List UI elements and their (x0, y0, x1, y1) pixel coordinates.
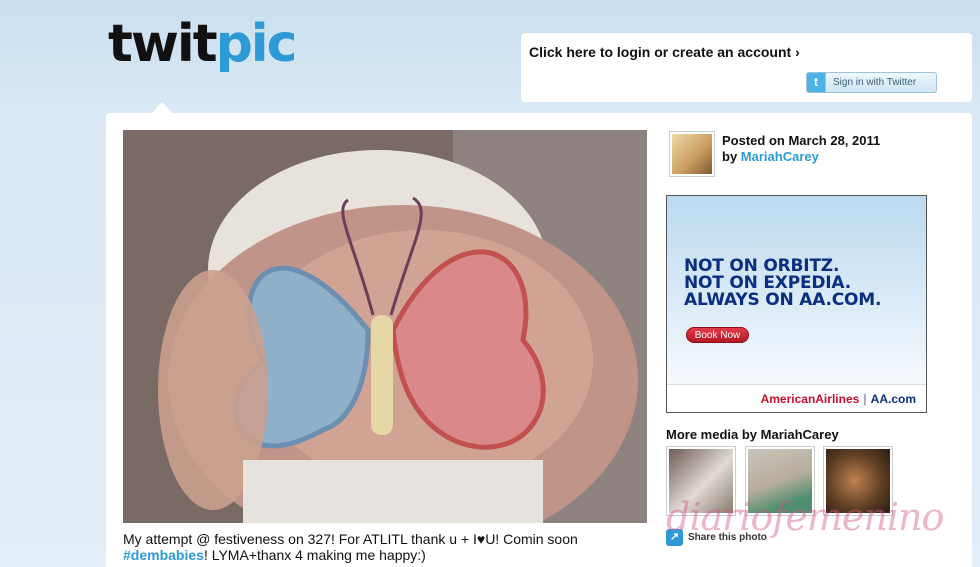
ad-line-3: ALWAYS ON AA.COM. (684, 290, 882, 310)
twitpic-logo[interactable]: twitpic (108, 18, 297, 70)
ad-banner[interactable]: NOT ON ORBITZ. NOT ON EXPEDIA. ALWAYS ON… (666, 195, 927, 413)
caption-rest: ! LYMA+thanx 4 making me happy:) (203, 547, 426, 563)
login-link[interactable]: Click here to login or create an account… (529, 44, 800, 60)
more-media-title: More media by MariahCarey (666, 427, 839, 442)
watermark: diariofemenino (666, 495, 944, 539)
ad-brand: AmericanAirlines (760, 392, 860, 406)
photo-illustration (123, 130, 647, 523)
sign-in-with-twitter-button[interactable]: t Sign in with Twitter (806, 72, 937, 93)
ad-url: AA.com (870, 392, 916, 406)
posted-date: Posted on March 28, 2011 (722, 133, 881, 148)
avatar-image (672, 134, 712, 174)
logo-twit: twit (108, 14, 218, 74)
hashtag-link[interactable]: #dembabies (123, 547, 204, 563)
twitter-icon: t (807, 73, 826, 92)
avatar[interactable] (669, 131, 715, 177)
ad-headline: NOT ON ORBITZ. NOT ON EXPEDIA. ALWAYS ON… (684, 258, 881, 309)
login-box: Click here to login or create an account… (521, 33, 972, 102)
twitter-button-label: Sign in with Twitter (833, 77, 917, 88)
ad-separator: | (863, 392, 867, 406)
by-label: by (722, 149, 738, 164)
photo-caption: My attempt @ festiveness on 327! For ATL… (123, 531, 643, 563)
caption-text: My attempt @ festiveness on 327! For ATL… (123, 531, 578, 547)
ad-footer: AmericanAirlines | AA.com (667, 384, 926, 412)
username-link[interactable]: MariahCarey (741, 149, 819, 164)
book-now-button[interactable]: Book Now (686, 327, 749, 343)
logo-pic: pic (215, 14, 298, 74)
panel-notch (152, 102, 172, 113)
main-photo[interactable] (123, 130, 647, 523)
post-meta: Posted on March 28, 2011 by MariahCarey (722, 133, 880, 165)
